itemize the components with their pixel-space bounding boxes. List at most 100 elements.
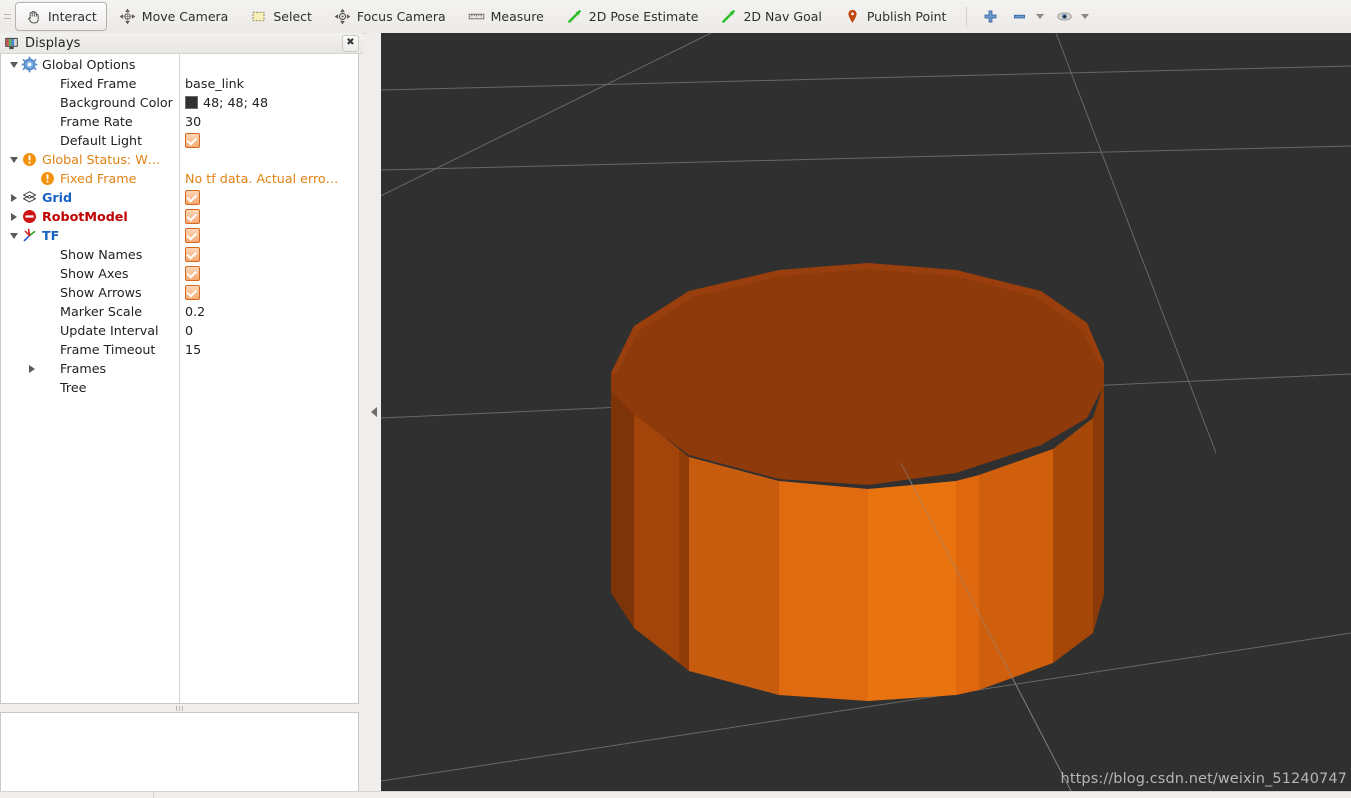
views-visibility-button[interactable]: [1051, 2, 1094, 31]
tree-row[interactable]: Marker Scale 0.2: [1, 302, 358, 321]
row-indent: [1, 359, 25, 378]
icon-placeholder: [39, 284, 56, 301]
icon-placeholder: [39, 303, 56, 320]
tree-row-label: RobotModel: [42, 209, 128, 224]
remove-view-button[interactable]: [1006, 2, 1049, 31]
tree-row-label: Default Light: [60, 133, 143, 148]
tree-row-checkbox[interactable]: [185, 190, 200, 205]
tree-row-label: Show Axes: [60, 266, 129, 281]
tool-2d-nav-goal[interactable]: 2D Nav Goal: [710, 2, 831, 31]
tool-select[interactable]: Select: [240, 2, 322, 31]
error-circle-icon: [23, 210, 36, 223]
tree-row[interactable]: Frame Rate 30: [1, 112, 358, 131]
tree-row[interactable]: Frame Timeout 15: [1, 340, 358, 359]
tree-row-value[interactable]: 15: [185, 342, 201, 357]
tool-select-label: Select: [273, 9, 312, 24]
tree-properties-splitter[interactable]: [0, 705, 359, 712]
eye-icon: [1057, 12, 1073, 21]
tree-row[interactable]: Grid: [1, 188, 358, 207]
twisty-open[interactable]: [7, 226, 21, 245]
tree-row-value[interactable]: 0: [185, 323, 193, 338]
tree-row[interactable]: Update Interval 0: [1, 321, 358, 340]
tree-row[interactable]: Global Options: [1, 55, 358, 74]
tree-row-value[interactable]: 0.2: [185, 304, 205, 319]
green-arrow-icon: [567, 10, 581, 23]
focus-camera-icon: [334, 8, 351, 25]
icon-placeholder: [39, 265, 56, 282]
tree-row[interactable]: Global Status: W…: [1, 150, 358, 169]
tree-row[interactable]: Default Light: [1, 131, 358, 150]
color-swatch[interactable]: [185, 96, 198, 109]
status-bar: [0, 791, 1351, 798]
row-indent: [1, 302, 25, 321]
displays-monitor-icon: [5, 37, 18, 49]
tree-row-value[interactable]: base_link: [185, 76, 244, 91]
tree-row-checkbox[interactable]: [185, 133, 200, 148]
tree-row[interactable]: Frames: [1, 359, 358, 378]
plus-icon: [984, 10, 997, 23]
tree-row-value[interactable]: 48; 48; 48: [203, 95, 268, 110]
tree-row[interactable]: Fixed Frame base_link: [1, 74, 358, 93]
tool-move-camera[interactable]: Move Camera: [109, 2, 239, 31]
icon-placeholder: [39, 132, 56, 149]
twisty-open[interactable]: [7, 150, 21, 169]
tree-row[interactable]: Show Names: [1, 245, 358, 264]
tree-row-checkbox[interactable]: [185, 228, 200, 243]
tree-row[interactable]: Show Axes: [1, 264, 358, 283]
tree-row[interactable]: Background Color 48; 48; 48: [1, 93, 358, 112]
twisty-placeholder: [25, 264, 39, 283]
grid-icon: [22, 191, 37, 203]
row-indent: [1, 378, 25, 397]
tree-row-label: TF: [42, 228, 60, 243]
select-rect-icon: [252, 11, 265, 22]
close-icon[interactable]: ✖: [342, 34, 359, 52]
twisty-closed[interactable]: [7, 188, 21, 207]
tree-row-checkbox[interactable]: [185, 209, 200, 224]
displays-tree[interactable]: Global Options Fixed Frame base_link Backgr…: [0, 54, 359, 704]
tree-row[interactable]: Fixed Frame No tf data. Actual erro…: [1, 169, 358, 188]
twisty-placeholder: [25, 112, 39, 131]
twisty-placeholder: [25, 131, 39, 150]
toolbar-separator: [966, 6, 968, 27]
tree-row-value[interactable]: 30: [185, 114, 201, 129]
tool-interact-label: Interact: [48, 9, 97, 24]
dock-collapse-handle[interactable]: [366, 33, 381, 791]
3d-scene: [381, 33, 1351, 791]
row-indent: [1, 264, 25, 283]
twisty-closed[interactable]: [7, 207, 21, 226]
chevron-down-icon[interactable]: [1081, 14, 1090, 19]
tree-row-checkbox[interactable]: [185, 266, 200, 281]
twisty-closed[interactable]: [25, 359, 39, 378]
tool-publish-point[interactable]: Publish Point: [834, 2, 957, 31]
warning-icon: [23, 153, 36, 166]
tree-row-checkbox[interactable]: [185, 247, 200, 262]
tool-focus-camera[interactable]: Focus Camera: [324, 2, 456, 31]
orange-cylinder: [611, 263, 1104, 701]
tree-row[interactable]: Show Arrows: [1, 283, 358, 302]
toolbar-drag-handle[interactable]: [0, 0, 14, 33]
tree-row-value[interactable]: No tf data. Actual erro…: [185, 171, 338, 186]
add-view-button[interactable]: [977, 2, 1004, 31]
icon-placeholder: [39, 360, 56, 377]
row-indent: [1, 74, 25, 93]
twisty-open[interactable]: [7, 55, 21, 74]
displays-dock: Displays ✖ Global Options Fixed Frame base…: [0, 33, 363, 798]
ruler-icon: [468, 13, 484, 20]
tf-axes-icon: [23, 228, 36, 242]
icon-placeholder: [39, 113, 56, 130]
property-description-box: [0, 712, 359, 793]
tool-2d-pose-estimate[interactable]: 2D Pose Estimate: [556, 2, 709, 31]
tree-row[interactable]: Tree: [1, 378, 358, 397]
tool-measure[interactable]: Measure: [458, 2, 554, 31]
render-viewport[interactable]: https://blog.csdn.net/weixin_51240747: [381, 33, 1351, 791]
tree-row-label: Show Arrows: [60, 285, 142, 300]
tree-row-label: Global Status: W…: [42, 152, 161, 167]
twisty-placeholder: [25, 74, 39, 93]
chevron-down-icon[interactable]: [1036, 14, 1045, 19]
tree-row-label: Frame Timeout: [60, 342, 156, 357]
tree-row[interactable]: TF: [1, 226, 358, 245]
tree-row-checkbox[interactable]: [185, 285, 200, 300]
tool-interact[interactable]: Interact: [15, 2, 107, 31]
icon-placeholder: [39, 75, 56, 92]
tree-row[interactable]: RobotModel: [1, 207, 358, 226]
